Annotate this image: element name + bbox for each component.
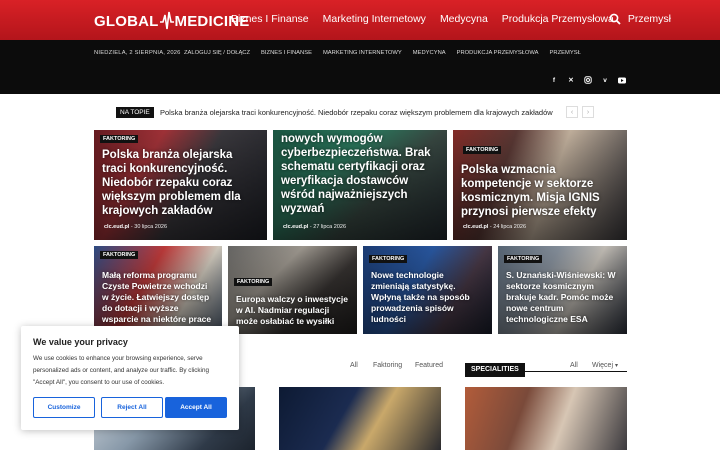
article-title[interactable]: Polska wzmacnia kompetencje w sektorze k… (461, 163, 619, 219)
page: GLOBAL MEDICINE Biznes I Finanse Marketi… (0, 0, 720, 450)
cookie-text: We use cookies to enhance your browsing … (33, 355, 209, 386)
cookie-consent-banner: We value your privacy We use cookies to … (21, 326, 239, 430)
reject-all-button[interactable]: Reject All (101, 397, 163, 418)
article-author[interactable]: clc.eud.pl (104, 224, 129, 230)
login-link[interactable]: ZALOGUJ SIĘ / DOŁĄCZ (184, 50, 250, 56)
logo-text-left: GLOBAL (94, 12, 159, 30)
article-thumbnail-3[interactable] (465, 387, 627, 450)
article-date: 30 lipca 2026 (134, 224, 168, 230)
category-tag[interactable]: FAKTORING (100, 135, 139, 143)
nav-item-produkcja[interactable]: Produkcja Przemysłowa (502, 13, 614, 25)
article-title[interactable]: nowych wymogów cyberbezpieczeństwa. Brak… (281, 132, 439, 216)
nav-item-marketing[interactable]: Marketing Internetowy (323, 13, 426, 25)
top-link-przemysl[interactable]: PRZEMYSŁ (550, 50, 581, 56)
article-meta: clc.eud.pl - 24 lipca 2026 (463, 224, 526, 230)
filter-faktoring[interactable]: Faktoring (373, 362, 402, 369)
top-strip (0, 40, 720, 94)
article-author[interactable]: clc.eud.pl (463, 224, 488, 230)
top-link-marketing[interactable]: MARKETING INTERNETOWY (323, 50, 402, 56)
meta-separator: - (130, 224, 133, 230)
meta-separator: - (309, 224, 312, 230)
site-logo[interactable]: GLOBAL MEDICINE (94, 10, 249, 32)
accept-all-button[interactable]: Accept All (165, 397, 227, 418)
article-tile-4[interactable]: FAKTORING S. Uznański-Wiśniewski: W sekt… (498, 246, 627, 334)
filter-featured[interactable]: Featured (415, 362, 443, 369)
vimeo-icon[interactable]: v (601, 76, 609, 84)
article-meta: clc.eud.pl - 30 lipca 2026 (104, 224, 167, 230)
top-link-produkcja[interactable]: PRODUKCJA PRZEMYSŁOWA (457, 50, 539, 56)
ticker-label: NA TOPIE (116, 107, 154, 118)
header-bar: GLOBAL MEDICINE Biznes I Finanse Marketi… (0, 0, 720, 40)
nav-item-biznes[interactable]: Biznes I Finanse (231, 13, 309, 25)
social-links: f ✕ v (550, 76, 626, 84)
article-author[interactable]: clc.eud.pl (283, 224, 308, 230)
category-tag[interactable]: FAKTORING (234, 278, 273, 286)
top-links: ZALOGUJ SIĘ / DOŁĄCZ BIZNES I FINANSE MA… (184, 50, 592, 56)
more-label: Więcej (592, 362, 614, 369)
youtube-icon[interactable] (618, 76, 626, 84)
article-date: 27 lipca 2026 (313, 224, 347, 230)
specialities-more-dropdown[interactable]: Więcej ▾ (592, 362, 618, 369)
ticker-next-button[interactable]: › (582, 106, 594, 118)
customize-button[interactable]: Customize (33, 397, 95, 418)
ticker-headline[interactable]: Polska branża olejarska traci konkurency… (160, 108, 553, 117)
search-icon[interactable] (609, 13, 621, 25)
chevron-down-icon: ▾ (614, 363, 618, 369)
article-title[interactable]: Małą reforma programu Czyste Powietrze w… (102, 270, 214, 325)
filter-all[interactable]: All (350, 362, 358, 369)
category-tag[interactable]: FAKTORING (504, 255, 543, 263)
article-title[interactable]: Europa walczy o inwestycje w AI. Nadmiar… (236, 294, 349, 327)
top-link-medycyna[interactable]: MEDYCYNA (413, 50, 446, 56)
facebook-icon[interactable]: f (550, 76, 558, 84)
cookie-title: We value your privacy (33, 337, 128, 347)
article-title[interactable]: S. Uznański-Wiśniewski: W sektorze kosmi… (506, 270, 619, 325)
ticker-prev-button[interactable]: ‹ (566, 106, 578, 118)
featured-article-2[interactable]: nowych wymogów cyberbezpieczeństwa. Brak… (273, 130, 447, 240)
article-meta: clc.eud.pl - 27 lipca 2026 (283, 224, 346, 230)
category-tag[interactable]: FAKTORING (369, 255, 408, 263)
heartbeat-icon (159, 11, 174, 30)
nav-item-przemysl[interactable]: Przemysł (628, 13, 671, 25)
current-date: NIEDZIELA, 2 SIERPNIA, 2026 (94, 50, 181, 56)
instagram-icon[interactable] (584, 76, 592, 84)
category-tag[interactable]: FAKTORING (463, 146, 502, 154)
article-title[interactable]: Polska branża olejarska traci konkurency… (102, 148, 259, 218)
featured-article-1[interactable]: FAKTORING Polska branża olejarska traci … (94, 130, 267, 240)
x-icon[interactable]: ✕ (567, 76, 575, 84)
nav-item-medycyna[interactable]: Medycyna (440, 13, 488, 25)
specialities-title: SPECIALITIES (465, 363, 525, 377)
article-thumbnail-2[interactable] (279, 387, 441, 450)
specialities-filter-all[interactable]: All (570, 362, 578, 369)
top-link-biznes[interactable]: BIZNES I FINANSE (261, 50, 312, 56)
article-title[interactable]: Nowe technologie zmieniają statystykę. W… (371, 270, 484, 325)
article-date: 24 lipca 2026 (493, 224, 527, 230)
category-tag[interactable]: FAKTORING (100, 251, 139, 259)
article-tile-1[interactable]: FAKTORING Małą reforma programu Czyste P… (94, 246, 222, 334)
article-tile-2[interactable]: FAKTORING Europa walczy o inwestycje w A… (228, 246, 357, 334)
featured-article-3[interactable]: FAKTORING Polska wzmacnia kompetencje w … (453, 130, 627, 240)
meta-separator: - (489, 224, 492, 230)
article-tile-3[interactable]: FAKTORING Nowe technologie zmieniają sta… (363, 246, 492, 334)
